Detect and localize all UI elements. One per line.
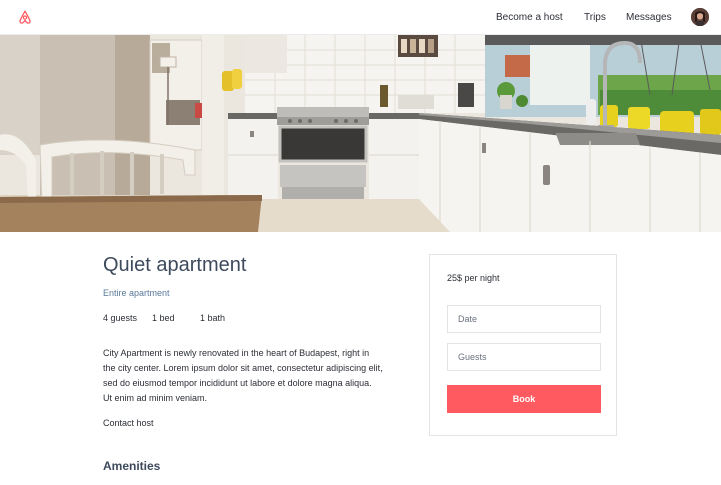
listing-description: City Apartment is newly renovated in the… [103, 348, 383, 403]
top-nav: Become a host Trips Messages [0, 0, 721, 35]
hero-image [0, 35, 721, 232]
nav-trips[interactable]: Trips [584, 12, 606, 23]
baths-count: 1 bath [200, 313, 226, 323]
book-button[interactable]: Book [447, 385, 601, 413]
kitchen-photo [0, 35, 721, 232]
booking-card: 25$ per night Book [429, 254, 617, 436]
guests-count: 4 guests [103, 313, 138, 323]
beds-count: 1 bed [152, 313, 175, 323]
listing-title: Quiet apartment [103, 254, 247, 276]
guests-input[interactable] [447, 343, 601, 371]
contact-host-link[interactable]: Contact host [103, 418, 154, 428]
avatar-image [691, 8, 709, 26]
avatar[interactable] [691, 8, 709, 26]
date-input[interactable] [447, 305, 601, 333]
airbnb-logo-icon[interactable] [17, 9, 33, 25]
nav-become-host[interactable]: Become a host [496, 12, 563, 23]
price-per-night: 25$ per night [447, 273, 500, 283]
listing-type: Entire apartment [103, 288, 170, 298]
nav-messages[interactable]: Messages [626, 12, 672, 23]
amenities-heading: Amenities [103, 459, 161, 473]
